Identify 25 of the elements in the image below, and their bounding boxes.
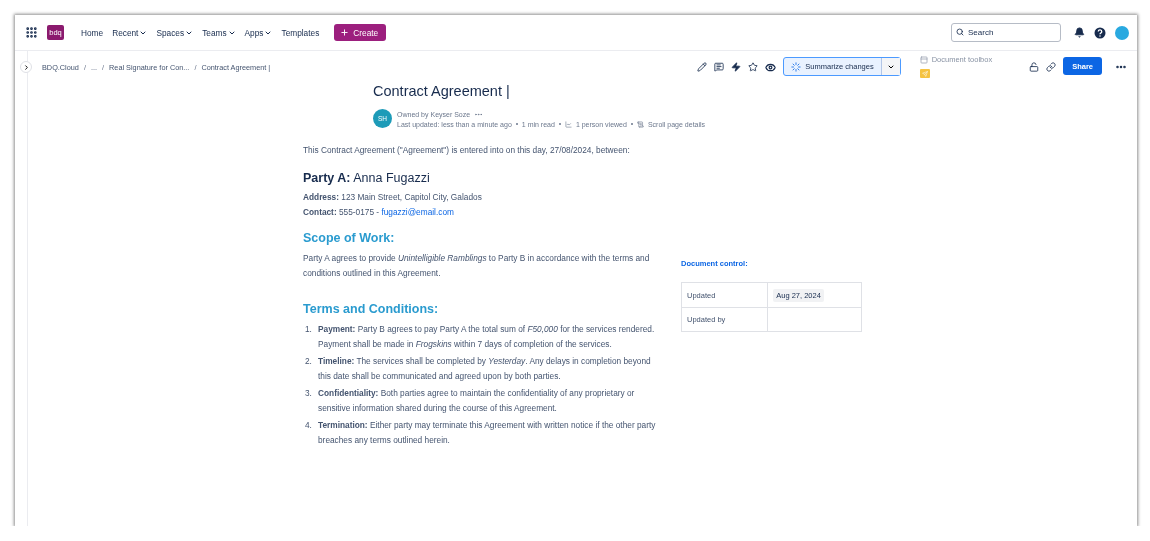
email-link[interactable]: fugazzi@email.com xyxy=(381,207,454,217)
scope-paragraph: Party A agrees to provide Unintelligible Ramblings to Party B in accordance with the terms and conditions outlined in this Agreement. xyxy=(303,251,651,280)
create-button[interactable]: Create xyxy=(334,24,387,41)
search-field[interactable]: Search xyxy=(951,23,1061,42)
list-item-text: Timeline: The services shall be completed by Yesterday. Any delays in completion beyond this date shall be communicated and agreed upon by both parties. xyxy=(318,354,652,383)
list-item-text: Payment: Party B agrees to pay Party A the total sum of F50,000 for the services rendered. Payment shall be made in Frogskins within 7 days of completion of the services. xyxy=(318,322,656,351)
section-heading: Scope of Work: xyxy=(303,230,396,245)
contact-line: Contact: 555-0175 - fugazzi@email.com xyxy=(303,206,455,219)
nav-item[interactable]: Home xyxy=(81,27,104,38)
list-item-text: Termination: Either party may terminate this Agreement with written notice if the other party breaches any terms outlined herein. xyxy=(318,418,657,447)
nav-item[interactable]: Spaces xyxy=(156,27,194,38)
nav-item[interactable]: Templates xyxy=(281,27,320,38)
section-heading: Terms and Conditions: xyxy=(303,301,440,316)
address-line: Address: 123 Main Street, Capitol City, Galados xyxy=(303,190,483,204)
intro-paragraph: This Contract Agreement ("Agreement") is entered into on this day, 27/08/2024, between: xyxy=(303,144,631,157)
list-number: 2. xyxy=(305,354,313,368)
page-title: Contract Agreement | xyxy=(373,83,511,99)
list-item-text: Confidentiality: Both parties agree to maintain the confidentiality of any proprietary or sensitive information shared during the course of this Agreement. xyxy=(318,386,636,415)
nav-item[interactable]: Recent xyxy=(112,27,148,38)
nav-item[interactable]: Apps xyxy=(244,27,273,38)
party-heading: Party A: Anna Fugazzi xyxy=(303,170,431,185)
list-number: 4. xyxy=(305,418,313,432)
list-number: 3. xyxy=(305,386,313,400)
nav-item[interactable]: Teams xyxy=(202,27,236,38)
list-number: 1. xyxy=(305,322,313,336)
